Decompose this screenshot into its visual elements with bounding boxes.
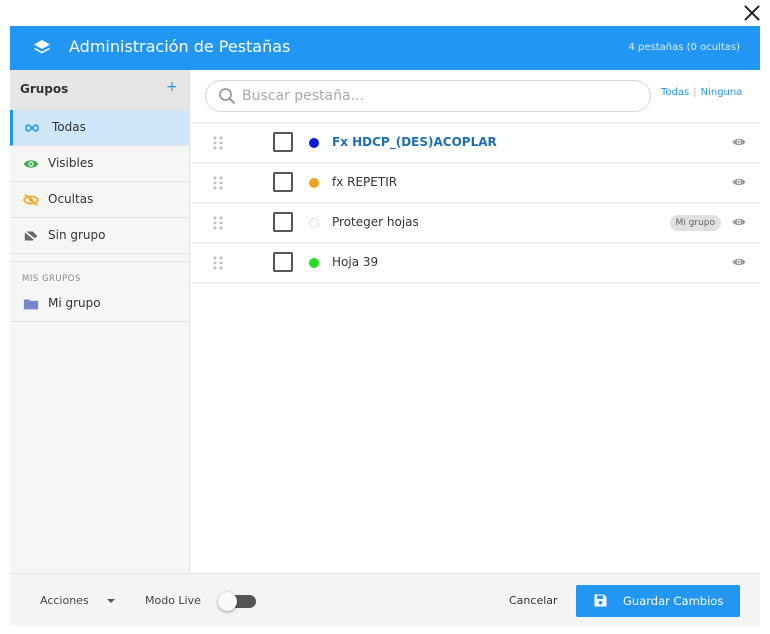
tab-checkbox[interactable] — [273, 172, 293, 192]
search-input[interactable] — [242, 85, 638, 107]
tab-row[interactable]: Fx HDCP_(DES)ACOPLAR — [191, 123, 760, 163]
save-button[interactable]: Guardar Cambios — [576, 585, 740, 617]
chevron-down-icon[interactable] — [107, 599, 115, 603]
tab-row[interactable]: fx REPETIR — [191, 163, 760, 203]
drag-handle-icon[interactable] — [213, 216, 223, 230]
sidebar-item-label: Mi grupo — [48, 296, 101, 310]
sidebar-item-label: Visibles — [48, 156, 94, 170]
sidebar-item-ocultas[interactable]: Ocultas — [10, 182, 189, 218]
tab-count: 4 pestañas (0 ocultas) — [628, 42, 741, 53]
sidebar-item-label: Todas — [52, 120, 86, 134]
tab-name: fx REPETIR — [332, 175, 398, 189]
sidebar-item-label: Sin grupo — [48, 228, 106, 242]
no-tag-icon — [23, 229, 38, 243]
selection-links: Todas | Ninguna — [661, 87, 742, 98]
drag-handle-icon[interactable] — [213, 176, 223, 190]
dialog-footer: Acciones Modo Live Cancelar Guardar Camb… — [10, 573, 760, 626]
tab-color-dot — [309, 218, 319, 228]
eye-off-icon — [23, 194, 39, 206]
layers-icon — [34, 40, 50, 54]
sidebar-item-sin-grupo[interactable]: Sin grupo — [10, 218, 189, 254]
tab-list: Fx HDCP_(DES)ACOPLAR fx REPETIR Proteger… — [191, 122, 760, 283]
tab-checkbox[interactable] — [273, 212, 293, 232]
visibility-eye-icon[interactable] — [732, 177, 746, 187]
eye-icon — [23, 160, 39, 168]
folder-icon — [23, 299, 39, 310]
groups-heading: Grupos — [20, 82, 69, 96]
sidebar-item-label: Ocultas — [48, 192, 94, 206]
tab-color-dot — [309, 258, 319, 268]
dialog-title: Administración de Pestañas — [69, 37, 291, 56]
my-groups-section: MIS GRUPOS — [10, 262, 189, 286]
tab-checkbox[interactable] — [273, 252, 293, 272]
tab-checkbox[interactable] — [273, 132, 293, 152]
tab-row[interactable]: Proteger hojas Mi grupo — [191, 203, 760, 243]
actions-dropdown[interactable]: Acciones — [40, 594, 89, 607]
tab-row[interactable]: Hoja 39 — [191, 243, 760, 283]
groups-sidebar: Grupos + Todas Visibles Ocultas Sin grup… — [10, 70, 190, 573]
link-separator: | — [693, 87, 697, 98]
visibility-eye-icon[interactable] — [732, 137, 746, 147]
tab-color-dot — [309, 178, 319, 188]
tab-manager-dialog: Administración de Pestañas 4 pestañas (0… — [10, 26, 760, 626]
floppy-disk-icon — [594, 594, 607, 607]
tab-color-dot — [309, 138, 319, 148]
live-mode-toggle[interactable] — [218, 592, 256, 611]
search-icon — [219, 88, 236, 105]
live-mode-label: Modo Live — [145, 594, 201, 607]
sidebar-item-todas[interactable]: Todas — [10, 110, 189, 146]
tabs-panel: Todas | Ninguna Fx HDCP_(DES)ACOPLAR — [191, 70, 760, 573]
drag-handle-icon[interactable] — [213, 136, 223, 150]
visibility-eye-icon[interactable] — [732, 217, 746, 227]
select-none-link[interactable]: Ninguna — [701, 87, 743, 98]
tab-name: Hoja 39 — [332, 255, 379, 269]
sidebar-group-mi-grupo[interactable]: Mi grupo — [10, 286, 189, 322]
sidebar-divider — [10, 254, 189, 262]
groups-header: Grupos + — [10, 70, 189, 110]
dialog-header: Administración de Pestañas 4 pestañas (0… — [10, 26, 760, 70]
visibility-eye-icon[interactable] — [732, 257, 746, 267]
save-button-label: Guardar Cambios — [623, 594, 724, 608]
toggle-knob — [218, 592, 237, 611]
infinity-icon — [25, 124, 39, 132]
close-dialog-icon[interactable] — [740, 2, 764, 26]
drag-handle-icon[interactable] — [213, 256, 223, 270]
tab-name: Fx HDCP_(DES)ACOPLAR — [332, 135, 497, 149]
tab-name: Proteger hojas — [332, 215, 419, 229]
sidebar-item-visibles[interactable]: Visibles — [10, 146, 189, 182]
search-box — [205, 80, 651, 112]
add-group-button[interactable]: + — [166, 79, 178, 95]
group-badge: Mi grupo — [669, 215, 721, 231]
my-groups-heading: MIS GRUPOS — [22, 274, 81, 284]
select-all-link[interactable]: Todas — [661, 87, 689, 98]
cancel-button[interactable]: Cancelar — [509, 594, 558, 607]
